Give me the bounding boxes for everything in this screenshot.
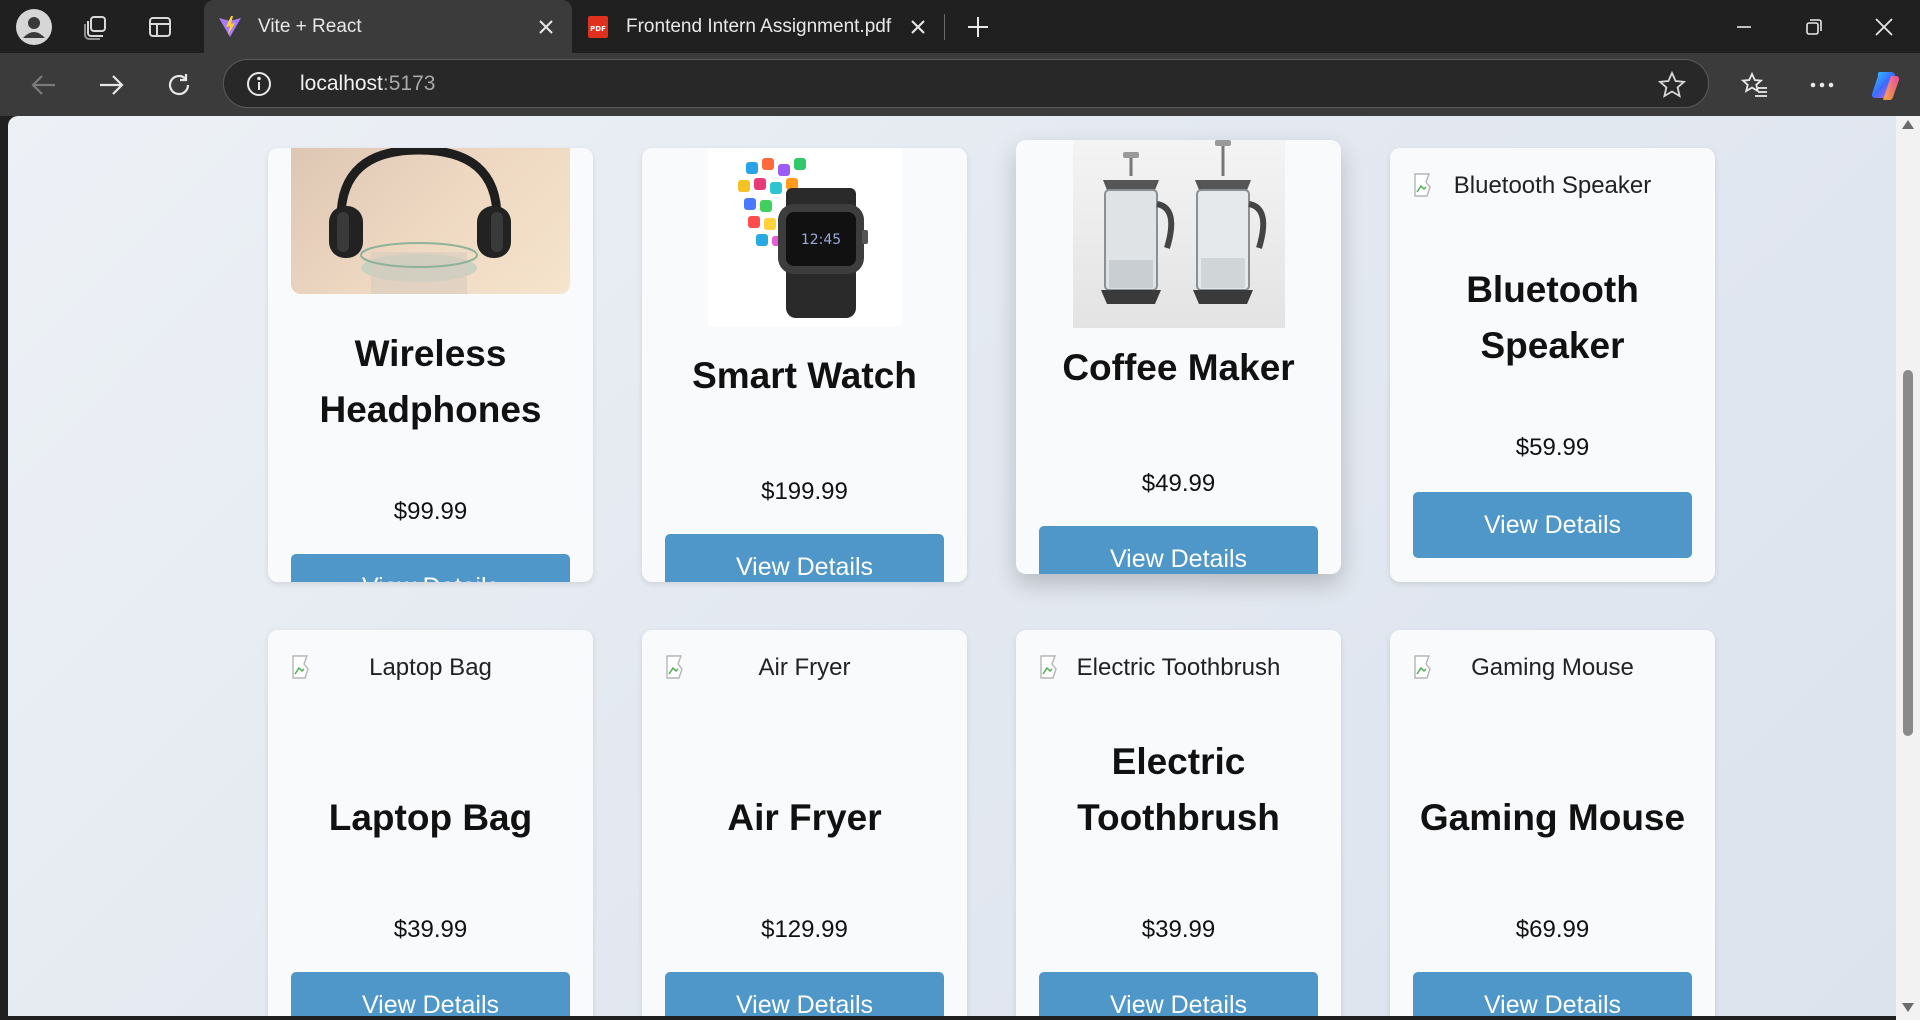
- broken-image: Laptop Bag: [291, 654, 570, 684]
- broken-image-icon: [666, 655, 683, 679]
- image-alt-text: Air Fryer: [758, 654, 851, 681]
- smartwatch-image: 12:45: [708, 148, 902, 326]
- image-alt-text: Laptop Bag: [369, 654, 492, 681]
- product-price: $59.99: [1515, 434, 1590, 461]
- tab-title: Vite + React: [258, 15, 362, 37]
- product-price: $199.99: [761, 478, 848, 505]
- view-details-button[interactable]: View Details: [665, 972, 944, 1016]
- scrollbar-thumb[interactable]: [1903, 370, 1913, 736]
- svg-text:PDF: PDF: [590, 25, 606, 33]
- view-details-button[interactable]: View Details: [665, 534, 944, 582]
- product-card: Laptop Bag Laptop Bag $39.99 View Detail…: [268, 630, 593, 1016]
- new-tab-icon[interactable]: [958, 8, 998, 46]
- view-details-button[interactable]: View Details: [1039, 526, 1318, 574]
- product-name: Electric: [1111, 741, 1246, 782]
- workspaces-icon[interactable]: [76, 8, 116, 46]
- product-name: Gaming Mouse: [1419, 797, 1686, 838]
- product-price: $129.99: [761, 916, 848, 943]
- broken-image-icon: [292, 655, 309, 679]
- tab-actions-icon[interactable]: [140, 8, 180, 46]
- view-details-button[interactable]: View Details: [1413, 492, 1692, 558]
- url-host: localhost: [300, 72, 383, 95]
- profile-icon[interactable]: [14, 8, 54, 46]
- browser-toolbar: localhost:5173: [0, 53, 1920, 116]
- close-tab-icon[interactable]: [906, 15, 930, 39]
- image-alt-text: Bluetooth Speaker: [1453, 172, 1652, 199]
- product-name: Air Fryer: [727, 797, 882, 838]
- close-tab-icon[interactable]: [534, 15, 558, 39]
- product-card: Electric Toothbrush Electric Toothbrush …: [1016, 630, 1341, 1016]
- product-card: Coffee Maker $49.99 View Details: [1016, 140, 1341, 574]
- more-icon[interactable]: [1802, 65, 1842, 105]
- vite-icon: [218, 15, 242, 39]
- forward-icon[interactable]: [91, 65, 131, 105]
- image-alt-text: Electric Toothbrush: [1076, 654, 1281, 681]
- view-details-button[interactable]: View Details: [1413, 972, 1692, 1016]
- headphones-image: [291, 148, 570, 294]
- product-name-line2: Speaker: [1480, 325, 1625, 366]
- copilot-icon[interactable]: [1866, 65, 1906, 105]
- product-price: $39.99: [1141, 916, 1216, 943]
- url-port: :5173: [382, 72, 436, 95]
- minimize-icon[interactable]: [1709, 0, 1779, 53]
- view-details-button[interactable]: View Details: [291, 972, 570, 1016]
- product-name: Bluetooth: [1466, 269, 1639, 310]
- broken-image: Gaming Mouse: [1413, 654, 1692, 684]
- product-price: $69.99: [1515, 916, 1590, 943]
- coffee-maker-image: [1073, 140, 1285, 328]
- product-card: 12:45 Smart Watch $199.99 View Details: [642, 148, 967, 582]
- tab-strip: Vite + React PDF Frontend Intern Assignm…: [0, 0, 1920, 53]
- tab-separator: [944, 14, 945, 40]
- product-card: Air Fryer Air Fryer $129.99 View Details: [642, 630, 967, 1016]
- broken-image-icon: [1414, 173, 1431, 197]
- product-name: Coffee Maker: [1062, 347, 1295, 388]
- address-bar[interactable]: localhost:5173: [223, 59, 1709, 108]
- favorite-star-icon[interactable]: [1658, 71, 1686, 99]
- svg-text:12:45: 12:45: [801, 232, 841, 248]
- scroll-up-arrow-icon[interactable]: [1902, 120, 1914, 129]
- product-card: Wireless Headphones $99.99 View Details: [268, 148, 593, 582]
- refresh-icon[interactable]: [159, 65, 199, 105]
- product-card: Gaming Mouse Gaming Mouse $69.99 View De…: [1390, 630, 1715, 1016]
- broken-image: Air Fryer: [665, 654, 944, 684]
- product-name: Wireless: [354, 333, 507, 374]
- close-window-icon[interactable]: [1849, 0, 1919, 53]
- site-info-icon[interactable]: [246, 71, 272, 97]
- back-icon[interactable]: [24, 65, 64, 105]
- broken-image: Electric Toothbrush: [1039, 654, 1318, 684]
- broken-image-icon: [1040, 655, 1057, 679]
- favorites-icon[interactable]: [1735, 65, 1775, 105]
- restore-icon[interactable]: [1779, 0, 1849, 53]
- view-details-button[interactable]: View Details: [291, 554, 570, 582]
- broken-image: Bluetooth Speaker: [1413, 172, 1692, 202]
- product-name: Smart Watch: [692, 355, 917, 396]
- url-text[interactable]: localhost:5173: [300, 72, 435, 96]
- view-details-button[interactable]: View Details: [1039, 972, 1318, 1016]
- product-card: Bluetooth Speaker Bluetooth Speaker $59.…: [1390, 148, 1715, 582]
- scroll-down-arrow-icon[interactable]: [1902, 1003, 1914, 1012]
- tab-title: Frontend Intern Assignment.pdf: [626, 15, 892, 37]
- pdf-icon: PDF: [586, 15, 610, 39]
- tab-vite-react[interactable]: Vite + React: [204, 0, 572, 53]
- vertical-scrollbar[interactable]: [1896, 116, 1920, 1020]
- tab-pdf[interactable]: PDF Frontend Intern Assignment.pdf: [572, 0, 944, 53]
- product-price: $39.99: [393, 916, 468, 943]
- product-name-line2: Headphones: [319, 389, 542, 430]
- image-alt-text: Gaming Mouse: [1471, 654, 1634, 681]
- product-name-line2: Toothbrush: [1077, 797, 1280, 838]
- page-viewport: Wireless Headphones $99.99 View Details: [8, 116, 1896, 1016]
- product-price: $49.99: [1141, 470, 1216, 497]
- broken-image-icon: [1414, 655, 1431, 679]
- product-price: $99.99: [393, 498, 468, 525]
- product-name: Laptop Bag: [328, 797, 533, 838]
